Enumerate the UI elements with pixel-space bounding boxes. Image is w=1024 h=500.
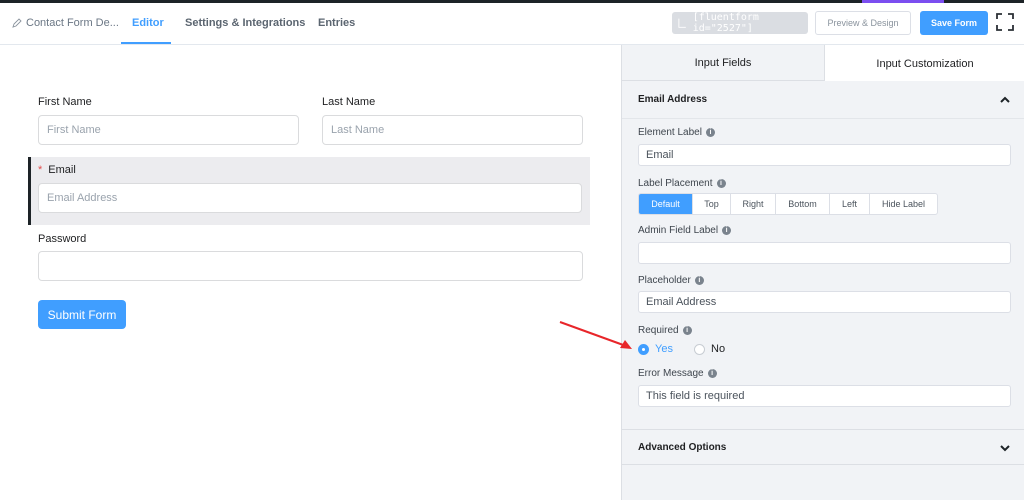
tab-input-customization[interactable]: Input Customization: [824, 45, 1024, 82]
info-icon[interactable]: i: [705, 128, 715, 137]
placement-top[interactable]: Top: [693, 194, 731, 214]
required-yes-radio[interactable]: Yes: [638, 343, 673, 355]
preview-design-button[interactable]: Preview & Design: [815, 11, 911, 35]
info-icon[interactable]: i: [682, 326, 692, 335]
placement-bottom[interactable]: Bottom: [776, 194, 830, 214]
first-name-input[interactable]: First Name: [38, 115, 299, 145]
info-icon[interactable]: i: [716, 179, 726, 188]
breadcrumb-title: Contact Form De...: [26, 17, 119, 29]
email-label: * Email: [38, 164, 76, 176]
info-icon[interactable]: i: [694, 276, 704, 285]
password-input[interactable]: [38, 251, 583, 281]
first-name-label: First Name: [38, 96, 92, 108]
required-caption: Required i: [638, 325, 692, 336]
pencil-icon: [12, 18, 22, 28]
placement-default[interactable]: Default: [639, 194, 693, 214]
expand-icon[interactable]: [996, 13, 1014, 31]
admin-field-label-text: Admin Field Label: [638, 225, 719, 236]
required-no-label: No: [711, 343, 726, 355]
element-label-caption: Element Label i: [638, 127, 715, 138]
chevron-up-icon: [1000, 96, 1010, 103]
label-placement-text: Label Placement: [638, 178, 713, 189]
placement-hide-label[interactable]: Hide Label: [870, 194, 937, 214]
label-placement-caption: Label Placement i: [638, 178, 726, 189]
email-label-text: Email: [48, 164, 76, 176]
element-label-input[interactable]: Email: [638, 144, 1011, 166]
email-input[interactable]: Email Address: [38, 183, 582, 213]
placeholder-input[interactable]: Email Address: [638, 291, 1011, 313]
placeholder-caption: Placeholder i: [638, 275, 704, 286]
section-email-address[interactable]: Email Address: [622, 81, 1024, 119]
tab-entries[interactable]: Entries: [318, 17, 355, 29]
form-canvas: First Name First Name Last Name Last Nam…: [0, 45, 621, 500]
radio-checked-icon: [638, 343, 649, 355]
editor-header: Contact Form De... Editor Settings & Int…: [0, 3, 1024, 45]
last-name-input[interactable]: Last Name: [322, 115, 583, 145]
label-placement-segmented: Default Top Right Bottom Left Hide Label: [638, 193, 938, 215]
error-message-text: Error Message: [638, 368, 704, 379]
submit-form-button[interactable]: Submit Form: [38, 300, 126, 329]
panel-tabs: Input Fields Input Customization: [622, 45, 1024, 82]
placeholder-text: Placeholder: [638, 275, 691, 286]
section-title: Email Address: [638, 94, 708, 105]
clipboard-icon: [678, 18, 686, 28]
shortcode-text: [fluentform id="2527"]: [692, 12, 759, 34]
required-text: Required: [638, 325, 679, 336]
tab-settings-integrations[interactable]: Settings & Integrations: [185, 17, 305, 29]
active-tab-indicator: [121, 42, 171, 44]
settings-panel: Input Fields Input Customization Email A…: [621, 45, 1024, 500]
placement-left[interactable]: Left: [830, 194, 870, 214]
save-form-button[interactable]: Save Form: [920, 11, 988, 35]
annotation-arrow-icon: [559, 321, 632, 349]
shortcode-copy[interactable]: [fluentform id="2527"]: [672, 12, 808, 34]
section-advanced-options[interactable]: Advanced Options: [622, 429, 1024, 465]
tab-editor[interactable]: Editor: [132, 17, 164, 29]
placement-right[interactable]: Right: [731, 194, 776, 214]
element-label-text: Element Label: [638, 127, 702, 138]
required-yes-label: Yes: [655, 343, 673, 355]
password-label: Password: [38, 233, 87, 245]
error-message-caption: Error Message i: [638, 368, 717, 379]
admin-field-label-input[interactable]: [638, 242, 1011, 264]
breadcrumb[interactable]: Contact Form De...: [12, 17, 119, 29]
radio-unchecked-icon: [694, 343, 705, 355]
chevron-down-icon: [1000, 445, 1010, 452]
admin-field-label-caption: Admin Field Label i: [638, 225, 732, 236]
info-icon[interactable]: i: [722, 226, 732, 235]
advanced-options-title: Advanced Options: [638, 442, 727, 453]
required-star: *: [38, 164, 43, 176]
info-icon[interactable]: i: [707, 369, 717, 378]
required-no-radio[interactable]: No: [694, 343, 725, 355]
tab-input-fields[interactable]: Input Fields: [622, 45, 824, 81]
error-message-input[interactable]: This field is required: [638, 385, 1011, 407]
last-name-label: Last Name: [322, 96, 376, 108]
